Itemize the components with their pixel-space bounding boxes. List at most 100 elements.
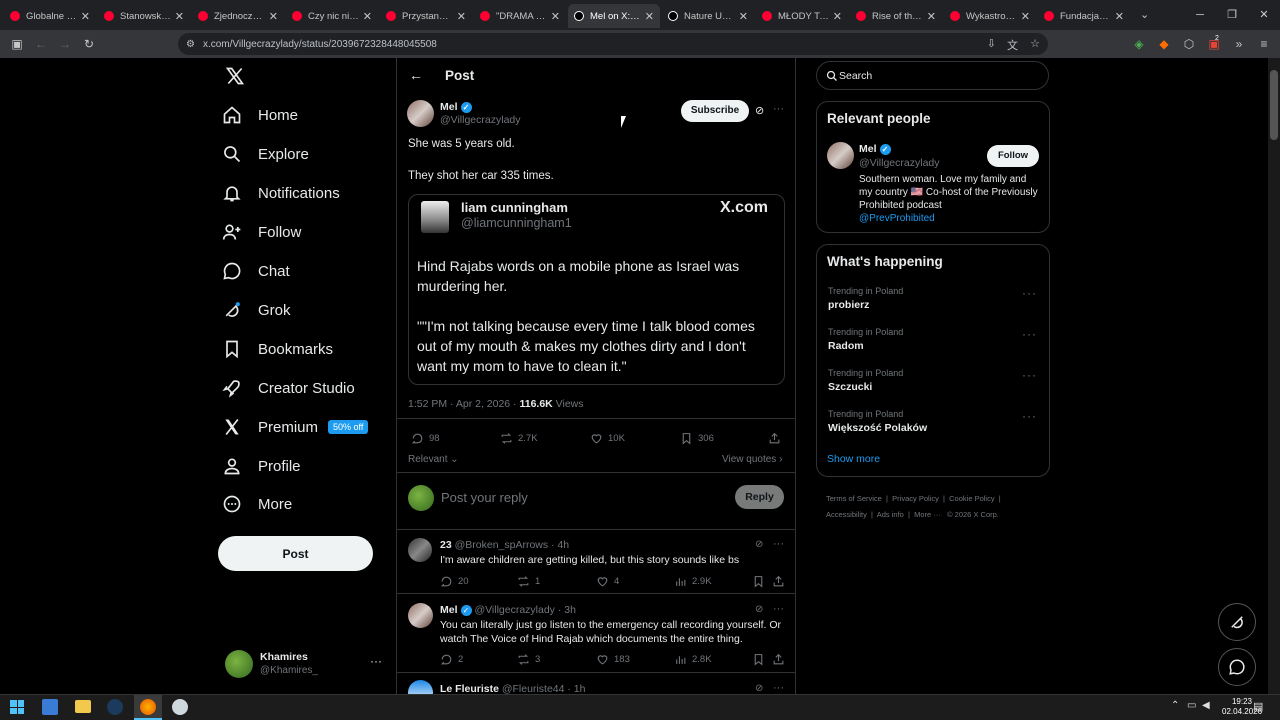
reply-reply-button[interactable]: 20 (440, 575, 469, 588)
grok-explain-icon[interactable]: ⊘ (755, 604, 763, 615)
reply-views[interactable]: 2.9K (674, 575, 712, 588)
nav-premium[interactable]: Premium 50% off (222, 412, 369, 442)
reply-repost-button[interactable]: 3 (517, 653, 540, 666)
close-tab-icon[interactable]: ✕ (1115, 10, 1124, 23)
extensions-icon[interactable]: ⬡ (1182, 37, 1196, 51)
footer-link[interactable]: More ··· (914, 510, 941, 519)
close-tab-icon[interactable]: ✕ (175, 10, 184, 23)
fox-extension-icon[interactable]: ◆ (1157, 37, 1171, 51)
grok-explain-icon[interactable]: ⊘ (755, 683, 763, 694)
person-avatar[interactable] (827, 142, 854, 169)
chat-floating-button[interactable] (1218, 648, 1256, 686)
tray-chevron-icon[interactable]: ⌃ (1171, 700, 1179, 711)
extension-badge-icon[interactable]: ▣ 2 (1207, 35, 1221, 51)
browser-tab[interactable]: Czy nic nie dzieje✕ (286, 4, 378, 28)
reply-avatar[interactable] (408, 538, 432, 562)
install-app-icon[interactable]: ⇩ (987, 37, 996, 50)
reply-bookmark-button[interactable] (752, 575, 770, 588)
sidebar-toggle-icon[interactable]: ▣ (10, 37, 24, 51)
nav-bookmarks[interactable]: Bookmarks (222, 334, 333, 364)
trend-more-icon[interactable]: ··· (1022, 286, 1037, 300)
trend-item[interactable]: Trending in Poland Większość Polaków (828, 409, 927, 434)
close-tab-icon[interactable]: ✕ (739, 10, 748, 23)
trend-more-icon[interactable]: ··· (1022, 409, 1037, 423)
footer-link[interactable]: Privacy Policy (892, 494, 939, 503)
footer-link[interactable]: Ads info (877, 510, 904, 519)
browser-tab[interactable]: Fundacja ECPU✕ (1038, 4, 1130, 28)
nav-chat[interactable]: Chat (222, 256, 290, 286)
author-avatar[interactable] (407, 100, 434, 127)
forward-icon[interactable]: → (58, 37, 72, 51)
overflow-chevron-icon[interactable]: » (1232, 37, 1246, 51)
repost-button[interactable]: 2.7K (500, 432, 538, 445)
notifications-center-icon[interactable]: ▤ (1253, 700, 1263, 713)
nav-follow[interactable]: Follow (222, 217, 301, 247)
browser-tab[interactable]: Globalne Imperium✕ (4, 4, 96, 28)
translate-icon[interactable]: 文 (1007, 37, 1018, 53)
trend-item[interactable]: Trending in Poland Radom (828, 327, 903, 352)
close-tab-icon[interactable]: ✕ (551, 10, 560, 23)
post-more-icon[interactable]: ··· (773, 103, 784, 115)
reply-repost-button[interactable]: 1 (517, 575, 540, 588)
reply-button[interactable]: Reply (735, 485, 784, 509)
close-tab-icon[interactable]: ✕ (833, 10, 842, 23)
nav-grok[interactable]: Grok (222, 295, 291, 325)
show-more-link[interactable]: Show more (827, 453, 880, 465)
reply-button[interactable]: 98 (411, 432, 440, 445)
footer-link[interactable]: Terms of Service (826, 494, 882, 503)
minimize-icon[interactable]: ─ (1184, 0, 1216, 30)
bio-link[interactable]: @PrevProhibited (859, 213, 935, 224)
trend-more-icon[interactable]: ··· (1022, 327, 1037, 341)
post-button[interactable]: Post (218, 536, 373, 571)
x-logo-icon[interactable] (225, 66, 245, 86)
volume-icon[interactable]: ◀ (1202, 700, 1210, 711)
footer-link[interactable]: Accessibility (826, 510, 867, 519)
close-window-icon[interactable]: ✕ (1248, 0, 1280, 30)
nav-creator-studio[interactable]: Creator Studio (222, 373, 355, 403)
bookmark-button[interactable]: 306 (680, 432, 714, 445)
close-tab-icon[interactable]: ✕ (363, 10, 372, 23)
search-input[interactable]: Search (816, 61, 1049, 90)
trend-item[interactable]: Trending in Poland probierz (828, 286, 903, 311)
browser-tab[interactable]: "DRAMA WISI W✕ (474, 4, 566, 28)
browser-tab[interactable]: Przystanek Lom✕ (380, 4, 472, 28)
steam-icon[interactable] (107, 699, 123, 715)
shield-extension-icon[interactable]: ◈ (1132, 37, 1146, 51)
browser-tab-active[interactable]: Mel on X: "She w✕ (568, 4, 660, 28)
reply-more-icon[interactable]: ··· (773, 603, 784, 615)
tab-list-chevron-icon[interactable]: ⌄ (1140, 8, 1149, 21)
reply-bookmark-button[interactable] (752, 653, 770, 666)
firefox-taskbar-button[interactable] (134, 695, 162, 720)
reply-reply-button[interactable]: 2 (440, 653, 463, 666)
reply-more-icon[interactable]: ··· (773, 538, 784, 550)
close-tab-icon[interactable]: ✕ (269, 10, 278, 23)
close-tab-icon[interactable]: ✕ (1021, 10, 1030, 23)
browser-tab[interactable]: Zjednoczeni Przy✕ (192, 4, 284, 28)
trend-item[interactable]: Trending in Poland Szczucki (828, 368, 903, 393)
close-tab-icon[interactable]: ✕ (645, 10, 654, 23)
reply-avatar[interactable] (408, 680, 433, 694)
subscribe-button[interactable]: Subscribe (681, 100, 749, 122)
reply-views[interactable]: 2.8K (674, 653, 712, 666)
page-scrollbar[interactable] (1268, 58, 1280, 694)
close-tab-icon[interactable]: ✕ (457, 10, 466, 23)
browser-tab[interactable]: Stanowski vs W✕ (98, 4, 190, 28)
app-icon[interactable] (172, 699, 188, 715)
menu-icon[interactable]: ≡ (1257, 37, 1271, 51)
browser-tab[interactable]: MŁODY TATA W✕ (756, 4, 848, 28)
file-explorer-icon[interactable] (75, 700, 91, 713)
reply-share-button[interactable] (772, 653, 790, 666)
bookmark-star-icon[interactable]: ☆ (1030, 37, 1040, 50)
reply-avatar[interactable] (408, 603, 433, 628)
browser-tab[interactable]: Nature Unedited✕ (662, 4, 754, 28)
account-more-icon[interactable]: ··· (370, 654, 382, 668)
nav-profile[interactable]: Profile (222, 451, 301, 481)
footer-link[interactable]: Cookie Policy (949, 494, 994, 503)
reply-input[interactable]: Post your reply (441, 490, 528, 505)
grok-explain-icon[interactable]: ⊘ (755, 104, 764, 117)
nav-explore[interactable]: Explore (222, 139, 309, 169)
embedded-quote-card[interactable]: liam cunningham @liamcunningham1 X.com H… (408, 194, 785, 385)
nav-more[interactable]: More (222, 489, 292, 519)
network-icon[interactable]: ▭ (1187, 700, 1196, 711)
grok-floating-button[interactable] (1218, 603, 1256, 641)
